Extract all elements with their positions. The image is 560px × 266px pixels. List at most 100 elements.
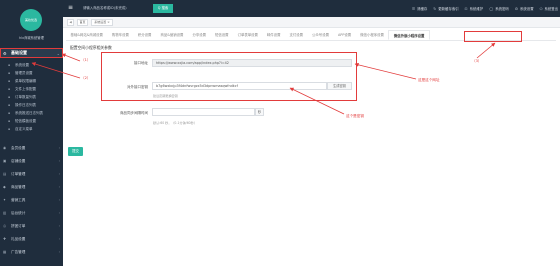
tab-embedded-miniprogram[interactable]: 微信外嵌小程序设置 — [388, 30, 430, 40]
sidebar-item-marketing[interactable]: ✦ 营销工具 › — [0, 194, 63, 206]
chevron-right-icon: › — [58, 211, 60, 215]
tab-points[interactable]: 积分设置 — [133, 30, 156, 40]
sidebar-subitem[interactable]: ▪ 管理员设置 — [0, 69, 63, 77]
sidebar-item-members[interactable]: ◉ 会员设置 › — [0, 142, 63, 154]
top-search-button[interactable]: Q 搜索 — [153, 4, 173, 13]
sidebar-subitem-label: 系统设置 — [15, 62, 29, 67]
sync-interval-field[interactable] — [152, 108, 255, 116]
tab-sms[interactable]: 短信设置 — [211, 30, 234, 40]
sidebar-item-label: 拼团订单 — [11, 223, 26, 228]
tab-goods-marketing[interactable]: 商品&营销设置 — [156, 30, 188, 40]
ad-icon: ▦ — [3, 250, 7, 254]
sidebar-item-label: 商品管理 — [11, 184, 26, 189]
tab-app[interactable]: APP设置 — [333, 30, 355, 40]
sidebar-item-label: 礼品设置 — [11, 236, 26, 241]
chevron-right-icon: › — [58, 237, 60, 241]
chevron-right-icon: › — [58, 185, 60, 189]
sidebar-item-shop[interactable]: ▣ 店铺设置 › — [0, 155, 63, 167]
users-icon: ◉ — [3, 146, 7, 150]
setting-icon: ⚙ — [514, 6, 519, 11]
sync-label: 商品同步间隔时间 — [120, 111, 148, 115]
top-link-label: 系统登出 — [544, 7, 558, 11]
tab-cart[interactable]: 购物车设置 — [107, 30, 133, 40]
annotation-box-form — [101, 52, 357, 101]
annotation-label-3: （3） — [472, 59, 482, 63]
sidebar-subitem-label: 管理员设置 — [15, 70, 33, 75]
tab-order-form[interactable]: 订单表单设置 — [233, 30, 262, 40]
user-icon: ◯ — [489, 6, 494, 11]
dot-icon: ▪ — [8, 71, 11, 75]
top-link-label: 系统维护 — [469, 7, 484, 11]
sidebar-subitem[interactable]: ▪ 订单数量列表 — [0, 93, 63, 101]
sidebar-subitem[interactable]: ▪ 系统设置 — [0, 61, 63, 69]
breadcrumb-tab-system-settings[interactable]: 系统设置 × — [91, 19, 113, 26]
sidebar-subitem-label: 自定义菜单 — [15, 126, 33, 131]
sidebar-subitem[interactable]: ▪ 文件上传配置 — [0, 85, 63, 93]
sidebar-item-gifts[interactable]: ✚ 礼品设置 › — [0, 233, 63, 245]
sidebar-subitem[interactable]: ▪ 操作日志列表 — [0, 101, 63, 109]
annotation-note-url: 这是这个网址 — [418, 78, 440, 82]
arrow-to-url — [354, 62, 417, 80]
sidebar-subitem-label: 系统推送日志列表 — [15, 110, 43, 115]
sidebar-item-group-orders[interactable]: ◎ 拼团订单 › — [0, 220, 63, 232]
sidebar-subitem[interactable]: ▪ 短信模板设置 — [0, 117, 63, 125]
top-link-update-cache[interactable]: ↻ 更新缓存索引 — [433, 6, 458, 12]
sidebar-item-label: 营销工具 — [11, 197, 26, 202]
tab-payment[interactable]: 支付设置 — [285, 30, 308, 40]
tab-share[interactable]: 分享设置 — [188, 30, 211, 40]
top-link-settings[interactable]: ⚙ 系统设置 — [514, 6, 534, 12]
top-search-input[interactable]: 请输入商品名称或ID(未完成) — [83, 5, 148, 12]
breadcrumb-home[interactable]: 首页 — [77, 19, 88, 26]
chevron-right-icon: › — [58, 198, 60, 202]
top-link-logout[interactable]: ⏻ 系统登出 — [539, 6, 558, 12]
breadcrumb: ◀ 首页 系统设置 × — [63, 17, 560, 28]
chevron-right-icon: › — [58, 159, 60, 163]
sidebar-subitem-label: 菜单权限编辑 — [15, 78, 36, 83]
sidebar-item-label: 会员设置 — [11, 145, 26, 150]
annotation-label-2: （2） — [81, 76, 91, 80]
dot-icon: ▪ — [8, 127, 11, 131]
dot-icon: ▪ — [8, 79, 11, 83]
sidebar-subitem[interactable]: ▪ 菜单权限编辑 — [0, 77, 63, 85]
sidebar-item-ads[interactable]: ▦ 广告管理 › — [0, 246, 63, 258]
nav-back-button[interactable]: ◀ — [67, 19, 74, 26]
sidebar-subitem[interactable]: ▪ 系统推送日志列表 — [0, 109, 63, 117]
chart-icon: ▥ — [3, 211, 7, 215]
sidebar-item-label: 店铺设置 — [11, 158, 26, 163]
topbar: ≡ 请输入商品名称或ID(未完成) Q 搜索 ☰ 清缓存 ↻ 更新缓存索引 ⊡ 系统维… — [63, 0, 560, 17]
dot-icon: ▪ — [8, 103, 11, 107]
top-link-clear-cache[interactable]: ☰ 清缓存 — [412, 6, 427, 12]
tab-basic[interactable]: 基础&网站&商城设置 — [66, 30, 107, 40]
top-link-maintenance[interactable]: ⊡ 系统维护 — [465, 6, 484, 12]
annotation-note-key: 这个是密钥 — [346, 114, 364, 118]
dot-icon: ▪ — [8, 63, 11, 67]
sidebar-subitem-label: 文件上传配置 — [15, 86, 36, 91]
sidebar-item-goods[interactable]: ◆ 商品管理 › — [0, 181, 63, 193]
gift-icon: ✚ — [3, 237, 7, 241]
power-icon: ⏻ — [539, 6, 543, 11]
refresh-icon: ↻ — [433, 6, 437, 11]
annotation-box-tab — [464, 31, 522, 42]
sidebar: 美妆优选 hlx商城系统管理 ⚙ 基础设置 ⌄ ▪ 系统设置 ▪ 管理员设置 ▪ 菜单… — [0, 0, 63, 266]
dot-icon: ▪ — [8, 95, 11, 99]
sidebar-item-label: 订单管理 — [11, 171, 26, 176]
chevron-right-icon: › — [58, 172, 60, 176]
box-icon: ▤ — [3, 172, 7, 176]
arrow-to-menu — [61, 53, 81, 62]
sync-unit: 秒 — [255, 108, 264, 116]
menu-toggle-icon[interactable]: ≡ — [68, 4, 76, 12]
top-links: ☰ 清缓存 ↻ 更新缓存索引 ⊡ 系统维护 ◯ 系统密码 ⚙ 系统设置 ⏻ 系统登出 — [412, 4, 558, 13]
submit-button[interactable]: 提交 — [68, 147, 83, 156]
dot-icon: ▪ — [8, 87, 11, 91]
tab-official-account[interactable]: 公众号设置 — [308, 30, 334, 40]
sidebar-subitem[interactable]: ▪ 自定义菜单 — [0, 125, 63, 133]
chevron-right-icon: › — [58, 224, 60, 228]
tab-mail[interactable]: 邮件设置 — [262, 30, 285, 40]
sidebar-item-orders[interactable]: ▤ 订单管理 › — [0, 168, 63, 180]
tab-wechat-miniprogram[interactable]: 微信小程序设置 — [356, 30, 389, 40]
sidebar-item-stats[interactable]: ▥ 后台统计 › — [0, 207, 63, 219]
annotation-label-1: （1） — [81, 58, 91, 62]
top-link-password[interactable]: ◯ 系统密码 — [489, 6, 509, 12]
dot-icon: ▪ — [8, 119, 11, 123]
annotation-box-menu — [0, 48, 63, 58]
